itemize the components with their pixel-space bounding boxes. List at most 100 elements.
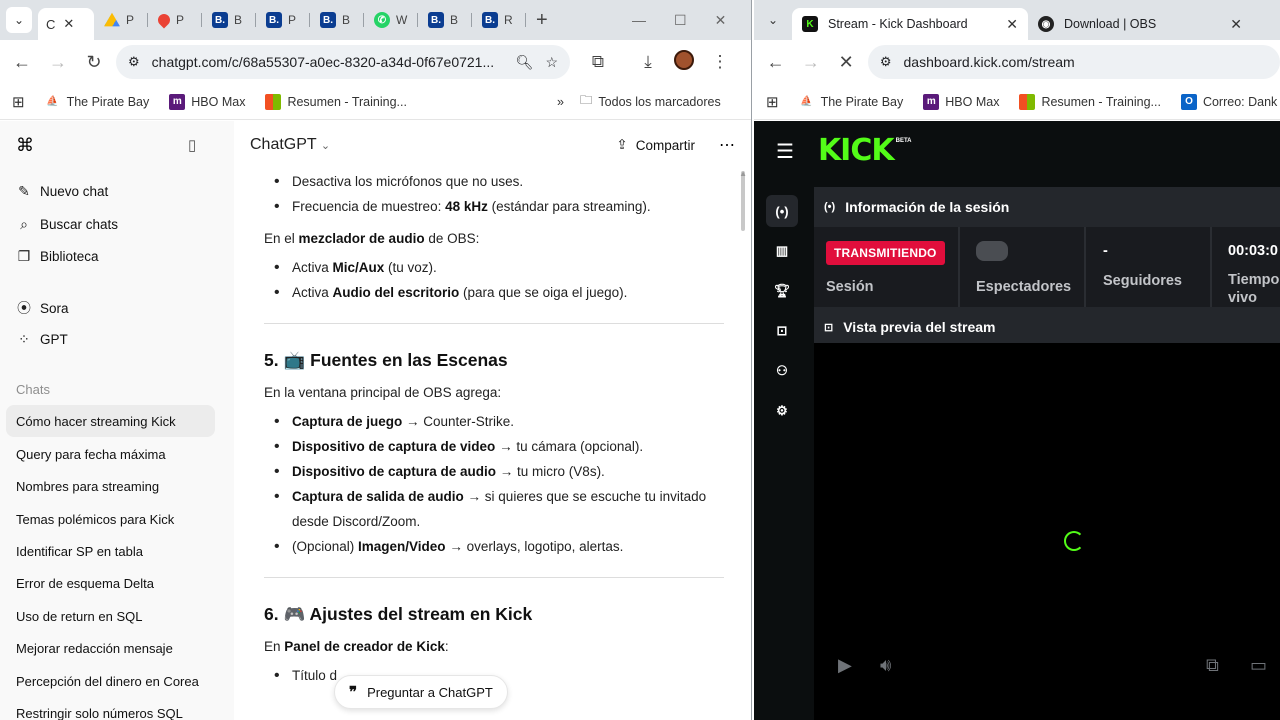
minimize-icon[interactable]: — (632, 12, 646, 28)
stat-divider (958, 227, 960, 309)
stat-divider (1084, 227, 1086, 309)
bookmark-star-icon[interactable]: ☆ (545, 54, 558, 71)
profile-avatar[interactable] (666, 49, 702, 75)
hamburger-menu-icon[interactable]: ☰ (776, 139, 794, 164)
tab-chatgpt[interactable]: C ✕ (38, 8, 94, 40)
community-icon[interactable]: ⚇ (766, 355, 798, 387)
chat-item[interactable]: Mejorar redacción mensaje (16, 641, 173, 656)
bookmark-resumen[interactable]: Resumen - Training... (1019, 93, 1161, 110)
model-selector[interactable]: ChatGPT ⌄ (250, 136, 330, 154)
gpt-button[interactable]: ⁘ GPT (16, 331, 68, 348)
hbo-max-icon: m (169, 93, 186, 110)
openai-logo-icon[interactable]: ⌘ (16, 135, 34, 156)
b-icon: B. (212, 12, 228, 28)
extensions-icon[interactable]: ⧉ (580, 52, 616, 72)
maximize-icon[interactable]: ☐ (674, 12, 687, 29)
reload-icon[interactable]: ↻ (76, 52, 112, 73)
trophy-icon[interactable]: 🏆︎ (766, 275, 798, 307)
b-icon: B. (320, 12, 336, 28)
back-icon[interactable]: ← (4, 52, 40, 73)
live-time-stat: 00:03:0 Tiempo vivo (1228, 243, 1280, 306)
chat-item[interactable]: Restringir solo números SQL (16, 706, 183, 720)
address-bar[interactable]: ⚙ dashboard.kick.com/stream (867, 45, 1280, 79)
forward-icon[interactable]: → (793, 52, 828, 73)
tab-drive[interactable]: P (94, 5, 148, 35)
chat-item[interactable]: Temas polémicos para Kick (16, 512, 174, 527)
sora-button[interactable]: ⦿ Sora (16, 298, 69, 318)
tab-kick-dashboard[interactable]: K Stream - Kick Dashboard ✕ (792, 8, 1028, 40)
chat-item[interactable]: Cómo hacer streaming Kick (16, 414, 176, 429)
google-maps-icon (155, 11, 173, 29)
address-bar[interactable]: ⚙ chatgpt.com/c/68a55307-a0ec-8320-a34d-… (116, 45, 570, 79)
chatgpt-main: ChatGPT ⌄ ⇪Compartir ⋯ ▲ Desactiva los m… (234, 121, 751, 720)
scrollbar[interactable] (739, 171, 747, 231)
tab-b3[interactable]: B. B (310, 5, 364, 35)
download-icon[interactable]: ⤓ (630, 52, 666, 72)
more-options-icon[interactable]: ⋯ (719, 135, 735, 155)
chat-item[interactable]: Nombres para streaming (16, 479, 159, 494)
screen-capture-icon[interactable]: ⊡ (766, 315, 798, 347)
tab-obs-download[interactable]: ◉ Download | OBS ✕ (1028, 8, 1252, 40)
close-window-icon[interactable]: ✕ (715, 12, 727, 29)
list-item: Activa Audio del escritorio (para que se… (274, 280, 724, 305)
picture-in-picture-icon[interactable]: ⧉ (1206, 655, 1219, 676)
b-icon: B. (266, 12, 282, 28)
new-tab-button[interactable]: + (536, 9, 548, 32)
new-chat-button[interactable]: ✎ Nuevo chat (16, 183, 108, 200)
scroll-up-icon[interactable]: ▲ (739, 169, 747, 178)
tab-whatsapp[interactable]: ✆ W (364, 5, 418, 35)
apps-grid-icon[interactable]: ⊞ (766, 93, 779, 111)
site-info-icon[interactable]: ⚙ (880, 54, 892, 70)
forward-icon[interactable]: → (40, 52, 76, 73)
site-info-icon[interactable]: ⚙ (128, 54, 140, 70)
tab-b4[interactable]: B. B (418, 5, 472, 35)
all-bookmarks-folder[interactable]: 🗀 Todos los marcadores (580, 91, 721, 112)
analytics-icon[interactable]: ▥ (766, 235, 798, 267)
stat-divider (1210, 227, 1212, 309)
tab-b5[interactable]: B. R (472, 5, 526, 35)
broadcast-icon[interactable]: (•) (766, 195, 798, 227)
tab-search-dropdown[interactable]: ⌄ (760, 7, 786, 33)
chat-item[interactable]: Query para fecha máxima (16, 447, 166, 462)
settings-gear-icon[interactable]: ⚙ (766, 395, 798, 427)
share-button[interactable]: ⇪ Compartir (616, 137, 695, 153)
kick-logo[interactable]: KICK BETA (818, 136, 912, 166)
library-button[interactable]: ❐ Biblioteca (16, 248, 99, 265)
chatgpt-icon: C (46, 16, 56, 32)
ask-chatgpt-button[interactable]: ❞ Preguntar a ChatGPT (334, 675, 508, 709)
search-chats-button[interactable]: ⌕ Buscar chats (16, 216, 118, 233)
back-icon[interactable]: ← (758, 52, 793, 73)
bookmark-correo[interactable]: OCorreo: Dank H.I (1180, 93, 1280, 110)
close-icon[interactable]: ✕ (63, 16, 74, 32)
close-icon[interactable]: ✕ (1006, 16, 1018, 33)
chat-item[interactable]: Identificar SP en tabla (16, 544, 143, 559)
bookmark-hbo-max[interactable]: m HBO Max (169, 93, 245, 110)
bookmark-pirate-bay[interactable]: ⛵ The Pirate Bay (45, 94, 149, 110)
close-icon[interactable]: ✕ (1230, 16, 1242, 33)
chat-item[interactable]: Uso de return en SQL (16, 609, 142, 624)
stop-loading-icon[interactable]: ✕ (829, 52, 864, 73)
obs-icon: ◉ (1038, 16, 1054, 32)
tab-strip: ⌄ C ✕ P P B. B B. P B. B ✆ W B. B B. R + — ☐ ✕ (0, 0, 751, 40)
b-icon: B. (482, 12, 498, 28)
viewers-count-skeleton (976, 241, 1008, 261)
chat-item[interactable]: Error de esquema Delta (16, 576, 154, 591)
bookmark-hbo-max[interactable]: m HBO Max (923, 93, 999, 110)
list-item: (Opcional) Imagen/Video → overlays, logo… (274, 534, 724, 559)
tab-search-dropdown[interactable]: ⌄ (6, 7, 32, 33)
tab-b2[interactable]: B. P (256, 5, 310, 35)
play-icon[interactable]: ▶ (838, 655, 852, 676)
sidebar-toggle-icon[interactable]: ▯ (188, 136, 196, 154)
bookmark-pirate-bay[interactable]: ⛵ The Pirate Bay (799, 94, 903, 110)
bookmark-resumen[interactable]: Resumen - Training... (265, 93, 407, 110)
chat-item[interactable]: Percepción del dinero en Corea (16, 674, 199, 689)
apps-grid-icon[interactable]: ⊞ (12, 93, 25, 111)
menu-icon[interactable]: ⋮ (702, 52, 738, 72)
volume-icon[interactable]: 🔊︎ (880, 655, 891, 676)
stream-preview-player[interactable]: ▶ 🔊︎ ⧉ ▭ (814, 343, 1280, 720)
more-bookmarks-icon[interactable]: » (557, 95, 564, 109)
tab-maps[interactable]: P (148, 5, 202, 35)
tab-b1[interactable]: B. B (202, 5, 256, 35)
theater-mode-icon[interactable]: ▭ (1250, 655, 1267, 676)
search-icon[interactable]: 🔍︎ (516, 54, 534, 71)
